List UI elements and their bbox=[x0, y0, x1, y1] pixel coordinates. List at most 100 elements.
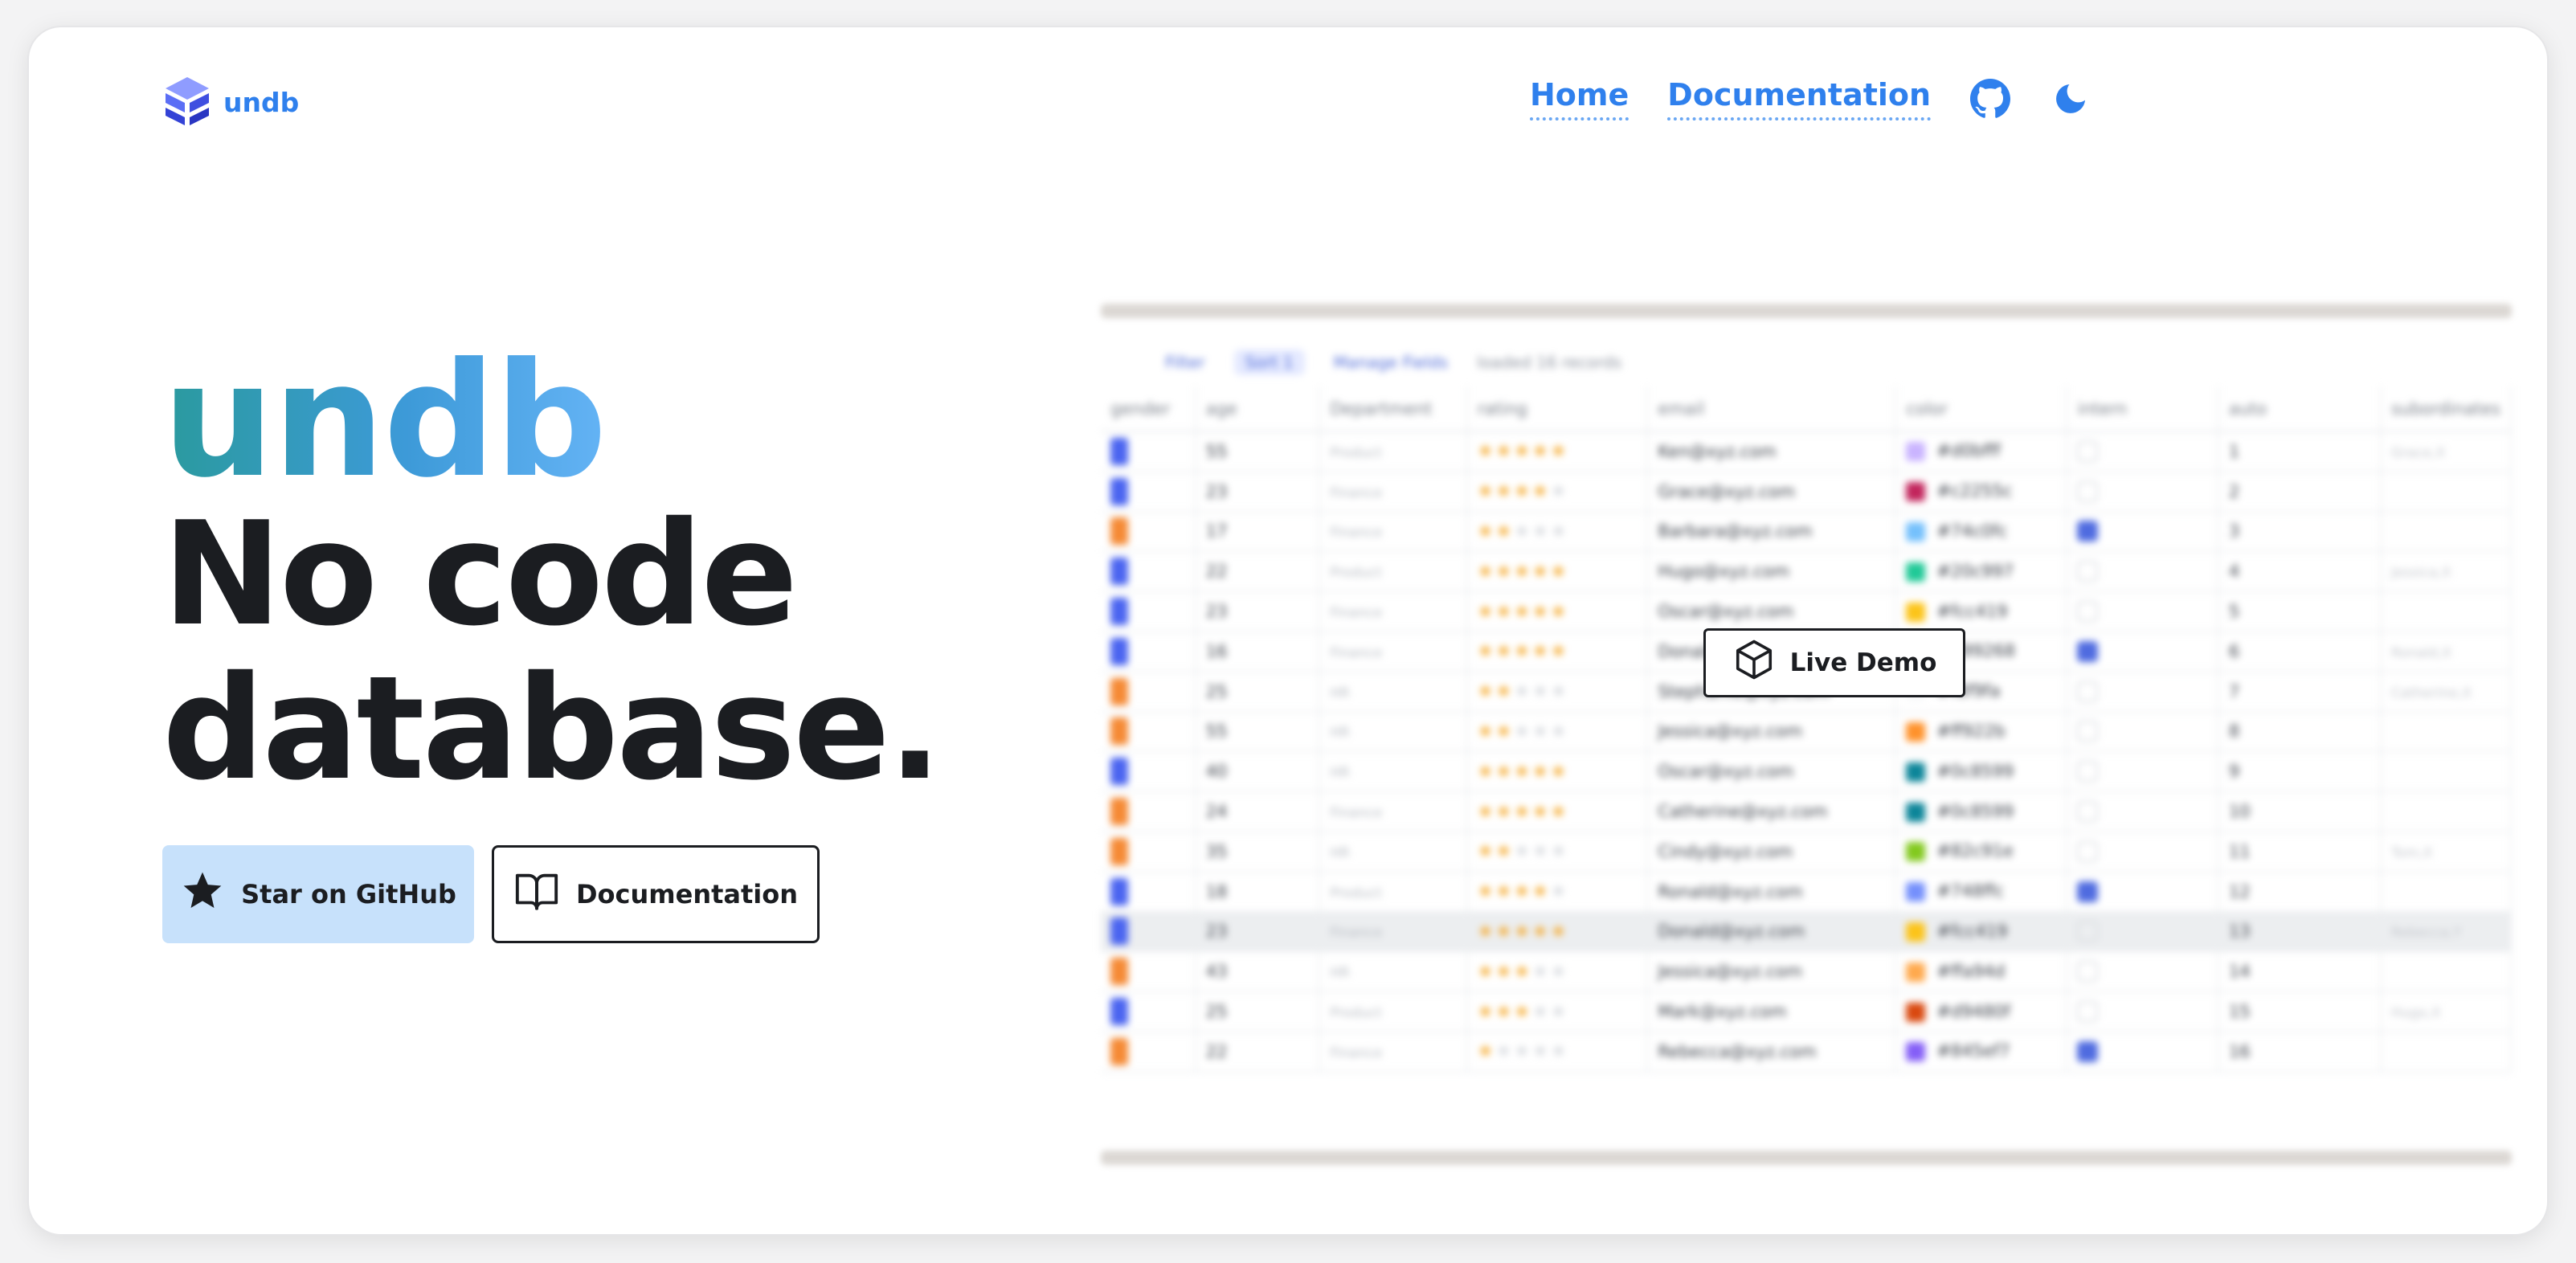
intern-checkbox[interactable] bbox=[2077, 601, 2099, 623]
department-cell: Product bbox=[1330, 885, 1382, 901]
color-cell: #20c997 bbox=[1936, 561, 2014, 581]
table-row[interactable]: 43 HR ★★★★★ Jessica@xyz.com #ffa94d 14 bbox=[1101, 951, 2512, 993]
column-header[interactable]: gender bbox=[1101, 386, 1196, 432]
column-header[interactable]: intern bbox=[2067, 386, 2219, 432]
brand-logo[interactable]: undb bbox=[162, 76, 299, 129]
column-header[interactable]: auto bbox=[2218, 386, 2382, 432]
preview-table-area: Filter Sort 1 Manage Fields loaded 16 re… bbox=[1101, 337, 2512, 1092]
gender-swatch bbox=[1110, 758, 1128, 786]
department-cell: Product bbox=[1330, 565, 1382, 582]
column-header[interactable]: color bbox=[1895, 386, 2068, 432]
star-button-label: Star on GitHub bbox=[241, 879, 456, 909]
auto-cell: 8 bbox=[2228, 721, 2240, 742]
intern-checkbox[interactable] bbox=[2077, 440, 2099, 462]
table-row[interactable]: 17 Finance ★★★★★ Barbara@xyz.com #74c0fc 3 bbox=[1101, 511, 2512, 553]
intern-checkbox[interactable] bbox=[2077, 1040, 2099, 1062]
department-cell: Finance bbox=[1330, 1044, 1383, 1061]
brand-name: undb bbox=[223, 86, 300, 118]
intern-checkbox[interactable] bbox=[2077, 681, 2099, 702]
auto-cell: 2 bbox=[2228, 481, 2240, 501]
gender-swatch bbox=[1110, 517, 1128, 546]
color-swatch bbox=[1906, 721, 1926, 742]
cube-icon bbox=[1732, 638, 1776, 688]
star-on-github-button[interactable]: Star on GitHub bbox=[162, 845, 474, 943]
auto-cell: 15 bbox=[2228, 1002, 2251, 1022]
color-swatch bbox=[1906, 521, 1926, 542]
table-row[interactable]: 22 Finance ★★★★★ Rebecca@xyz.com #845ef7 16 bbox=[1101, 1031, 2512, 1073]
intern-checkbox[interactable] bbox=[2077, 561, 2099, 582]
color-swatch bbox=[1906, 562, 1926, 582]
department-cell: Finance bbox=[1330, 525, 1383, 542]
intern-checkbox[interactable] bbox=[2077, 881, 2099, 902]
color-swatch bbox=[1906, 882, 1926, 902]
column-header[interactable]: Department bbox=[1319, 386, 1468, 432]
gender-swatch bbox=[1110, 877, 1128, 905]
intern-checkbox[interactable] bbox=[2077, 840, 2099, 862]
department-cell: Product bbox=[1330, 444, 1382, 461]
live-demo-button[interactable]: Live Demo bbox=[1703, 628, 1965, 697]
landing-window: undb Home Documentation undb No code dat… bbox=[29, 27, 2547, 1234]
book-icon bbox=[513, 868, 560, 921]
age-cell: 55 bbox=[1205, 721, 1228, 742]
table-row[interactable]: 40 HR ★★★★★ Oscar@xyz.com #0c8599 9 bbox=[1101, 751, 2512, 793]
subordinates-cell: Hugo,X bbox=[2390, 1005, 2441, 1022]
email-cell: Ronald@xyz.com bbox=[1658, 881, 1803, 901]
intern-checkbox[interactable] bbox=[2077, 521, 2099, 542]
auto-cell: 12 bbox=[2228, 881, 2251, 901]
table-row[interactable]: 23 Finance ★★★★★ Grace@xyz.com #c2255c 2 bbox=[1101, 471, 2512, 513]
rating-stars: ★★★★★ bbox=[1477, 561, 1569, 582]
age-cell: 24 bbox=[1205, 802, 1228, 822]
nav-home[interactable]: Home bbox=[1530, 77, 1629, 121]
preview-toolbar: Filter Sort 1 Manage Fields loaded 16 re… bbox=[1101, 349, 1621, 375]
intern-checkbox[interactable] bbox=[2077, 721, 2099, 742]
age-cell: 17 bbox=[1205, 521, 1228, 542]
column-header[interactable]: age bbox=[1195, 386, 1321, 432]
table-row[interactable]: 55 HR ★★★★★ Jessica@xyz.com #ff922b 8 bbox=[1101, 711, 2512, 753]
rating-stars: ★★★★★ bbox=[1477, 801, 1569, 822]
nav-documentation[interactable]: Documentation bbox=[1667, 77, 1932, 121]
column-header[interactable]: email bbox=[1647, 386, 1897, 432]
table-row[interactable]: 24 Finance ★★★★★ Catherine@xyz.com #0c8599 10 bbox=[1101, 791, 2512, 832]
table-row[interactable]: 55 Product ★★★★★ Ken@xyz.com #d0bfff 1 Grace,X bbox=[1101, 431, 2512, 472]
moon-icon[interactable] bbox=[2050, 78, 2091, 120]
gender-swatch bbox=[1110, 798, 1128, 826]
table-row[interactable]: 23 Finance ★★★★★ Donald@xyz.com #fcc419 13 Reb… bbox=[1101, 911, 2512, 953]
rating-stars: ★★★★★ bbox=[1477, 721, 1569, 742]
documentation-button[interactable]: Documentation bbox=[492, 845, 820, 943]
intern-checkbox[interactable] bbox=[2077, 640, 2099, 662]
auto-cell: 9 bbox=[2228, 762, 2240, 782]
table-row[interactable]: 35 HR ★★★★★ Cindy@xyz.com #82c91e 11 Tom,X bbox=[1101, 831, 2512, 873]
gender-swatch bbox=[1110, 637, 1128, 665]
gender-swatch bbox=[1110, 918, 1128, 946]
age-cell: 23 bbox=[1205, 602, 1228, 622]
intern-checkbox[interactable] bbox=[2077, 801, 2099, 823]
color-cell: #0c8599 bbox=[1936, 761, 2014, 781]
rating-stars: ★★★★★ bbox=[1477, 761, 1569, 782]
email-cell: Barbara@xyz.com bbox=[1658, 521, 1813, 542]
department-cell: HR bbox=[1330, 844, 1350, 861]
hero-title-line2: database. bbox=[162, 645, 942, 811]
auto-cell: 11 bbox=[2228, 841, 2251, 861]
table-row[interactable]: 18 Product ★★★★★ Ronald@xyz.com #748ffc 12 bbox=[1101, 871, 2512, 913]
intern-checkbox[interactable] bbox=[2077, 921, 2099, 942]
github-icon[interactable] bbox=[1969, 78, 2011, 120]
column-header[interactable]: subordinates bbox=[2380, 386, 2512, 432]
intern-checkbox[interactable] bbox=[2077, 761, 2099, 783]
age-cell: 18 bbox=[1205, 881, 1228, 901]
age-cell: 43 bbox=[1205, 962, 1228, 982]
intern-checkbox[interactable] bbox=[2077, 1001, 2099, 1023]
auto-cell: 7 bbox=[2228, 681, 2240, 701]
intern-checkbox[interactable] bbox=[2077, 480, 2099, 502]
color-cell: #fcc419 bbox=[1936, 921, 2008, 941]
department-cell: HR bbox=[1330, 765, 1350, 782]
rating-stars: ★★★★★ bbox=[1477, 921, 1569, 942]
color-swatch bbox=[1906, 842, 1926, 862]
auto-cell: 14 bbox=[2228, 962, 2251, 982]
intern-checkbox[interactable] bbox=[2077, 961, 2099, 983]
table-row[interactable]: 25 Product ★★★★★ Mark@xyz.com #d9480f 15 Hugo,… bbox=[1101, 991, 2512, 1032]
column-header[interactable]: rating bbox=[1466, 386, 1649, 432]
gender-swatch bbox=[1110, 837, 1128, 865]
table-row[interactable]: 22 Product ★★★★★ Hugo@xyz.com #20c997 4 Jessic… bbox=[1101, 551, 2512, 593]
table-row[interactable]: 23 Finance ★★★★★ Oscar@xyz.com #fcc419 5 bbox=[1101, 591, 2512, 632]
subordinates-cell: Catherine,X bbox=[2390, 685, 2472, 701]
